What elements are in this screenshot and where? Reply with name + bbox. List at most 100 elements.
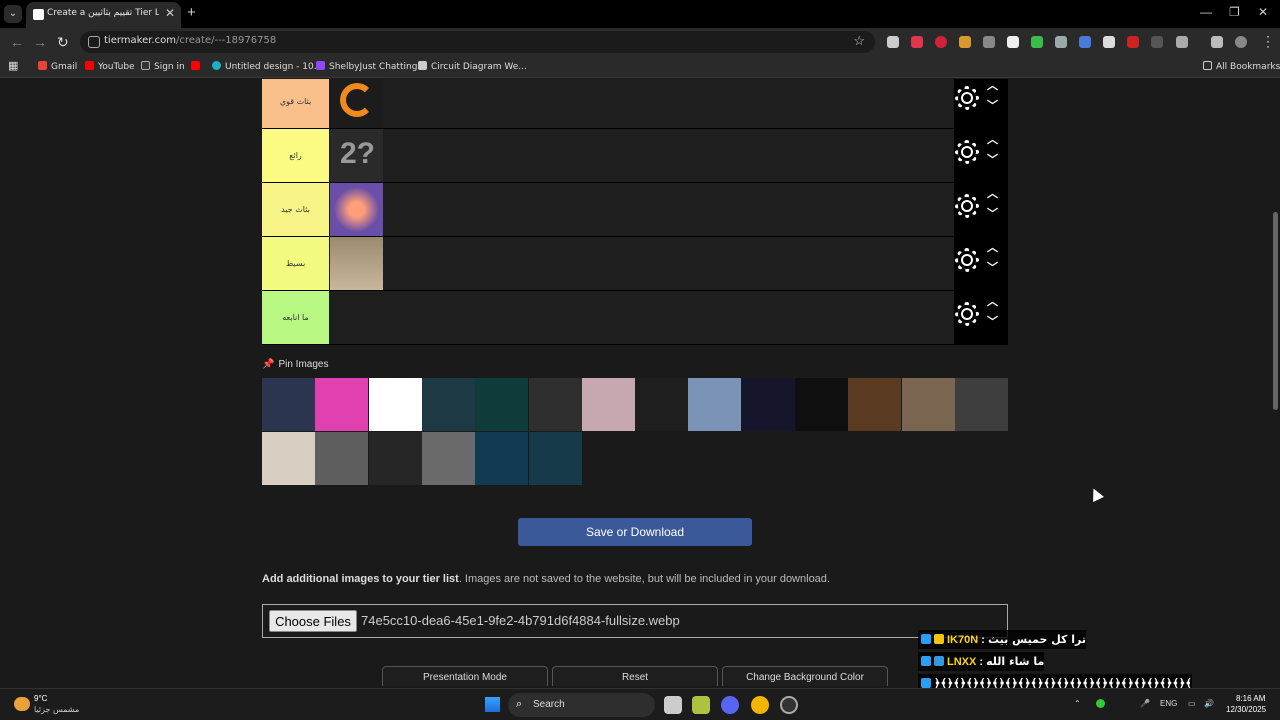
download-icon[interactable] [1211,36,1223,48]
pool-image[interactable] [475,378,529,431]
tier-image[interactable]: 2? [330,129,383,182]
mic-icon[interactable]: 🎤 [1140,699,1150,708]
pool-image[interactable] [421,432,475,485]
pool-image[interactable] [581,378,635,431]
presentation-mode-button[interactable]: Presentation Mode [382,666,548,686]
site-info-icon[interactable] [88,36,100,48]
pool-image[interactable] [528,432,582,485]
tier-label[interactable]: ما انابعه [262,291,329,344]
bookmark-circuit[interactable]: Circuit Diagram We... [418,61,527,72]
close-tab-icon[interactable]: ✕ [165,6,175,20]
file-explorer-icon[interactable] [692,696,710,714]
choose-files-button[interactable]: Choose Files [269,610,357,632]
tab-search-button[interactable]: ⌄ [4,5,22,23]
all-bookmarks[interactable]: All Bookmarks [1203,61,1280,72]
pool-image[interactable] [421,378,475,431]
tier-row[interactable]: ما انابعه ︿ ﹀ [262,291,1008,345]
reset-button[interactable]: Reset [552,666,718,686]
pool-image[interactable] [475,432,529,485]
move-up-icon[interactable]: ︿ [987,131,998,147]
tier-row[interactable]: بثاث جيد ︿ ﹀ [262,183,1008,237]
menu-kebab-icon[interactable]: ⋮ [1261,33,1275,50]
extension-icon[interactable] [911,36,923,48]
tier-image[interactable] [330,79,383,128]
move-down-icon[interactable]: ﹀ [987,205,998,221]
volume-icon[interactable]: 🔊 [1204,699,1214,708]
change-background-button[interactable]: Change Background Color [722,666,888,686]
save-download-button[interactable]: Save or Download [518,518,752,546]
extension-icon[interactable] [1055,36,1067,48]
gear-icon[interactable] [958,143,976,161]
language-indicator[interactable]: ENG [1160,699,1177,708]
chrome-icon[interactable] [751,696,769,714]
pool-image[interactable] [262,432,315,485]
tier-row[interactable]: بسيط ︿ ﹀ [262,237,1008,291]
windows-start-icon[interactable] [485,697,500,712]
forward-icon[interactable]: → [33,34,47,50]
bookmark-gmail[interactable]: Gmail [38,61,77,72]
tier-image[interactable] [330,183,383,236]
extension-icon[interactable] [935,36,947,48]
new-tab-button[interactable]: + [187,4,196,21]
extension-icon[interactable] [1007,36,1019,48]
back-icon[interactable]: ← [10,34,24,50]
extension-icon[interactable] [1079,36,1091,48]
bookmark-youtube[interactable]: YouTube [85,61,135,72]
pool-image[interactable] [368,432,422,485]
extension-icon[interactable] [1031,36,1043,48]
pool-image[interactable] [848,378,902,431]
extension-icon[interactable] [1103,36,1115,48]
move-down-icon[interactable]: ﹀ [987,97,998,113]
move-up-icon[interactable]: ︿ [987,239,998,255]
pool-image[interactable] [528,378,582,431]
restore-icon[interactable]: ❐ [1229,5,1240,19]
pool-image[interactable] [262,378,315,431]
tier-row[interactable]: بثاث قوي ︿ ﹀ [262,79,1008,129]
app-icon[interactable] [780,696,798,714]
active-tab[interactable]: Create a تقييم بثاثيين Tier List - T ✕ [26,2,181,28]
extensions-puzzle-icon[interactable] [1176,36,1188,48]
pool-image[interactable] [688,378,742,431]
extension-icon[interactable] [1151,36,1163,48]
page-scrollbar[interactable] [1270,79,1280,686]
tier-label[interactable]: بثاث قوي [262,79,329,128]
pin-images-toggle[interactable]: 📌 Pin Images [262,359,328,370]
tray-overflow-icon[interactable]: ⌃ [1074,699,1081,708]
gear-icon[interactable] [958,305,976,323]
apps-grid-icon[interactable]: ▦ [8,59,18,72]
pool-image[interactable] [741,378,795,431]
gear-icon[interactable] [958,197,976,215]
discord-icon[interactable] [721,696,739,714]
close-window-icon[interactable]: ✕ [1258,5,1268,19]
tier-image[interactable] [330,237,383,290]
pool-image[interactable] [795,378,848,431]
profile-avatar[interactable] [1235,36,1247,48]
network-icon[interactable]: ▭ [1188,699,1196,708]
clock-date[interactable]: 12/30/2025 [1226,705,1266,714]
weather-icon[interactable] [14,697,30,711]
tier-row[interactable]: رائع 2? ︿ ﹀ [262,129,1008,183]
pool-image[interactable] [315,378,369,431]
clock-time[interactable]: 8:16 AM [1236,694,1265,703]
url-bar[interactable]: tiermaker.com/create/---18976758 ☆ [80,31,875,53]
reload-icon[interactable]: ↻ [57,34,69,51]
tier-label[interactable]: بثاث جيد [262,183,329,236]
pool-image[interactable] [954,378,1008,431]
task-view-icon[interactable] [664,696,682,714]
extension-icon[interactable] [959,36,971,48]
move-up-icon[interactable]: ︿ [987,293,998,309]
extension-icon[interactable] [983,36,995,48]
bookmark-untitled-design[interactable]: Untitled design - 10... [212,61,322,72]
move-down-icon[interactable]: ﹀ [987,259,998,275]
gear-icon[interactable] [958,89,976,107]
extension-icon[interactable] [1127,36,1139,48]
move-down-icon[interactable]: ﹀ [987,313,998,329]
bookmark-sign-in[interactable]: Sign in [141,61,185,72]
bookmark-shelby[interactable]: ShelbyJust Chatting... [316,61,426,72]
move-down-icon[interactable]: ﹀ [987,151,998,167]
move-up-icon[interactable]: ︿ [987,79,998,93]
minimize-icon[interactable]: — [1200,5,1212,19]
bookmark-star-icon[interactable]: ☆ [853,33,865,49]
tier-label[interactable]: بسيط [262,237,329,290]
extension-icon[interactable] [887,36,899,48]
